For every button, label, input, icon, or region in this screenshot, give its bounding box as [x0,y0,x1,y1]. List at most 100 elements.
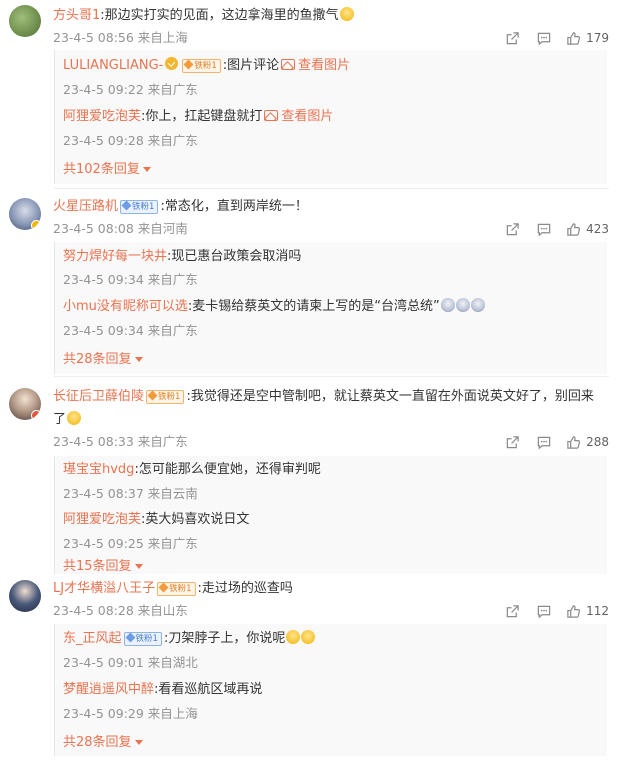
like-count: 423 [586,222,609,236]
more-replies-link[interactable]: 共102条回复 [63,161,151,179]
view-image-link[interactable]: 查看图片 [281,109,333,124]
like-count: 112 [586,604,609,618]
fan-badge: 铁粉1 [123,632,162,646]
reply-time: 23-4-5 09:01 来自湖北 [63,655,198,670]
comment-body: 火星压路机 铁粉1:常态化，直到两岸统一！ [53,198,308,216]
like-button[interactable]: 179 [566,31,609,46]
like-icon [567,31,581,45]
username-link[interactable]: 东_正风起 [63,631,122,646]
like-icon [567,222,581,236]
share-icon[interactable] [504,30,520,46]
username-link[interactable]: 长征后卫薛伯陵 [53,389,144,404]
comment-1: 方头哥1:那边实打实的见面，这边拿海里的鱼撒气 23-4-5 08:56 来自上… [0,0,621,190]
emoji-icon [470,298,485,312]
comment-3: 长征后卫薛伯陵 铁粉1:我觉得还是空中管制吧，就让蔡英文一直留在外面说英文好了，别… [0,378,621,574]
like-icon [567,604,581,618]
username-link[interactable]: 梦醒逍遥风中醉 [63,682,154,697]
like-button[interactable]: 112 [566,604,609,619]
username-link[interactable]: 小mu没有昵称可以选 [63,299,188,314]
like-button[interactable]: 288 [566,435,609,450]
comment-time: 23-4-5 08:56 来自上海 [53,30,188,45]
comment-icon[interactable] [536,434,552,450]
divider [54,188,609,189]
emoji-icon [67,411,82,425]
comment-actions: 112 [488,602,609,620]
comment-body-cont: 了 [53,411,82,429]
comment-icon[interactable] [536,30,552,46]
share-icon[interactable] [504,434,520,450]
reply-list: LULIANGLIANG- 铁粉1:图片评论 查看图片 23-4-5 09:22 来… [54,50,607,184]
comment-2: 火星压路机 铁粉1:常态化，直到两岸统一！ 23-4-5 08:08 来自河南 4… [0,190,621,378]
comment-text: 了 [53,412,67,427]
comment-actions: 423 [488,220,609,238]
reply-item: 阿狸爱吃泡芙:你上，扛起键盘就打 查看图片 [63,108,333,126]
fan-badge: 铁粉1 [182,59,221,73]
reply-text: :麦卡锡给蔡英文的请柬上写的是“台湾总统” [187,299,440,314]
reply-text: :图片评论 [222,58,280,73]
comment-icon[interactable] [536,603,552,619]
reply-time: 23-4-5 09:29 来自上海 [63,706,198,721]
reply-text: :怎可能那么便宜她，还得审判呢 [134,462,321,477]
reply-text: :英大妈喜欢说日文 [141,512,250,527]
reply-text: :刀架脖子上，你说呢 [163,631,286,646]
reply-list: 东_正风起 铁粉1:刀架脖子上，你说呢 23-4-5 09:01 来自湖北 梦醒逍… [54,624,607,756]
caret-down-icon [134,357,143,362]
caret-down-icon [134,564,143,569]
username-link[interactable]: 阿狸爱吃泡芙 [63,109,141,124]
comment-icon[interactable] [536,221,552,237]
comment-text: :那边实打实的见面，这边拿海里的鱼撒气 [100,8,339,23]
username-link[interactable]: 方头哥1 [53,8,100,23]
username-link[interactable]: 阿狸爱吃泡芙 [63,512,141,527]
username-link[interactable]: 努力焊好每一块井 [63,249,167,264]
reply-item: 梦醒逍遥风中醉:看看巡航区域再说 [63,681,262,699]
reply-item: 璂宝宝hvdg:怎可能那么便宜她，还得审判呢 [63,461,321,479]
comment-time: 23-4-5 08:33 来自广东 [53,434,188,449]
more-replies-link[interactable]: 共28条回复 [63,734,143,752]
username-link[interactable]: 璂宝宝hvdg [63,462,134,477]
reply-time: 23-4-5 09:34 来自广东 [63,323,198,338]
share-icon[interactable] [504,221,520,237]
comment-time: 23-4-5 08:28 来自山东 [53,603,188,618]
reply-time: 23-4-5 09:34 来自广东 [63,272,198,287]
username-link[interactable]: 火星压路机 [53,199,118,214]
comment-body: 长征后卫薛伯陵 铁粉1:我觉得还是空中管制吧，就让蔡英文一直留在外面说英文好了，别… [53,388,594,406]
reply-item: 东_正风起 铁粉1:刀架脖子上，你说呢 [63,630,316,648]
avatar[interactable] [9,5,41,37]
reply-text: :看看巡航区域再说 [154,682,263,697]
verified-badge-icon [31,410,41,420]
emoji-icon [440,298,455,312]
more-replies-link[interactable]: 共28条回复 [63,351,143,369]
like-count: 288 [586,435,609,449]
divider [54,376,609,377]
verified-badge-icon [31,220,41,230]
avatar[interactable] [9,388,41,420]
like-icon [567,435,581,449]
reply-time: 23-4-5 09:22 来自广东 [63,82,198,97]
fan-badge: 铁粉1 [157,582,196,596]
emoji-icon [455,298,470,312]
reply-list: 璂宝宝hvdg:怎可能那么便宜她，还得审判呢 23-4-5 08:37 来自云南… [54,456,607,574]
username-link[interactable]: LULIANGLIANG- [63,58,163,73]
avatar[interactable] [9,198,41,230]
comment-text: :我觉得还是空中管制吧，就让蔡英文一直留在外面说英文好了，别回来 [186,389,594,404]
reply-item: 阿狸爱吃泡芙:英大妈喜欢说日文 [63,511,249,529]
image-icon [281,59,296,70]
view-image-link[interactable]: 查看图片 [298,58,350,73]
reply-time: 23-4-5 09:25 来自广东 [63,536,198,551]
comment-text: :走过场的巡查吗 [197,581,293,596]
like-count: 179 [586,31,609,45]
fan-badge: 铁粉1 [120,200,159,214]
image-icon [264,110,279,121]
reply-time: 23-4-5 09:28 来自广东 [63,133,198,148]
comment-time: 23-4-5 08:08 来自河南 [53,221,188,236]
share-icon[interactable] [504,603,520,619]
comment-body: LJ才华横溢八王子 铁粉1:走过场的巡查吗 [53,580,293,598]
reply-item: LULIANGLIANG- 铁粉1:图片评论 查看图片 [63,57,350,75]
like-button[interactable]: 423 [566,222,609,237]
comment-body: 方头哥1:那边实打实的见面，这边拿海里的鱼撒气 [53,7,354,25]
fan-badge: 铁粉1 [146,390,185,404]
reply-text: :现已惠台政策会取消吗 [167,249,302,264]
username-link[interactable]: LJ才华横溢八王子 [53,581,155,596]
avatar[interactable] [9,580,41,612]
verified-icon [165,57,179,70]
